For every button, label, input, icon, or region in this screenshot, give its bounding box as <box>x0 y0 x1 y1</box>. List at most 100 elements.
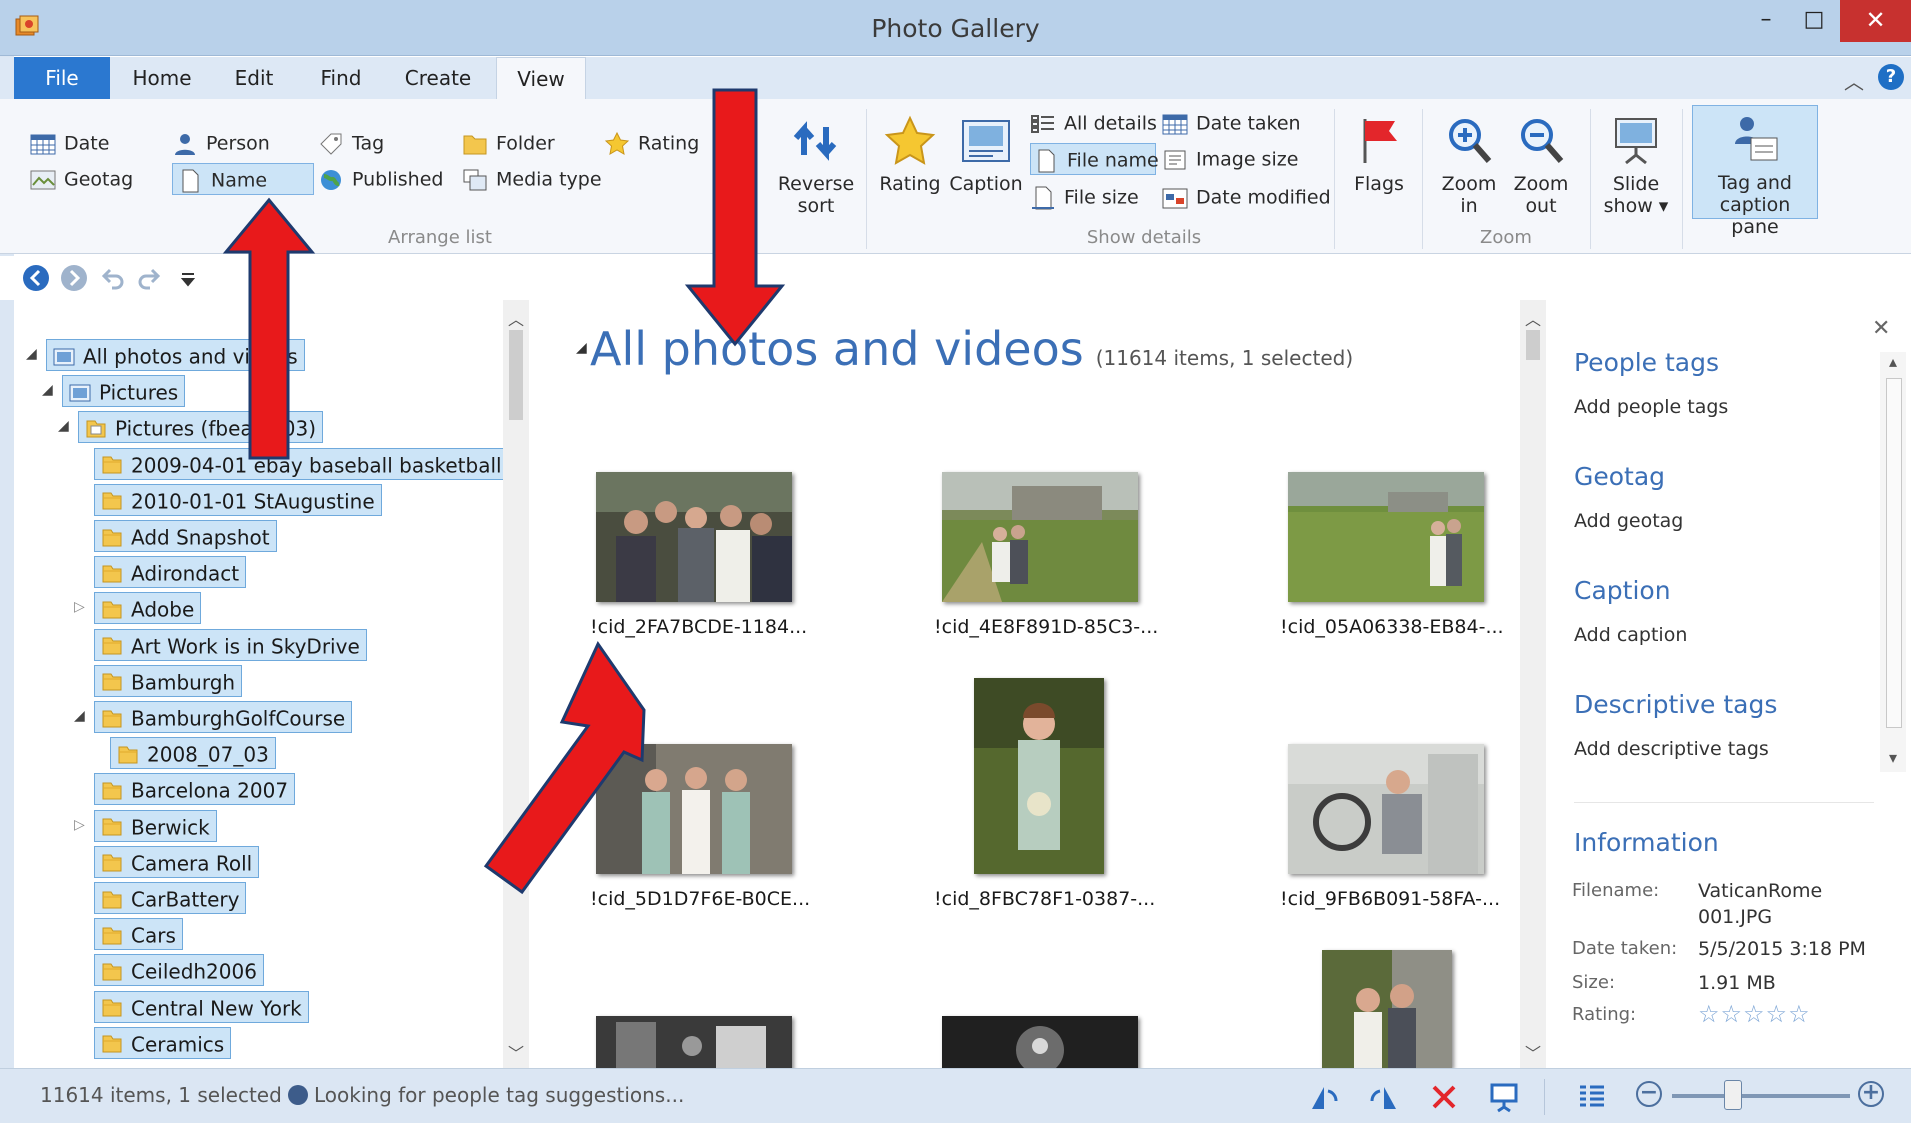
show-file-name-button[interactable]: File name <box>1030 143 1159 175</box>
tree-expander-icon[interactable]: ▷ <box>74 817 85 833</box>
tree-expander-icon[interactable]: ▷ <box>74 599 85 615</box>
collapse-ribbon-icon[interactable]: ︿ <box>1844 66 1864 95</box>
arrange-by-media-type-button[interactable]: Media type <box>462 163 602 195</box>
tree-item[interactable]: Ceramics <box>94 1026 232 1059</box>
close-button[interactable]: ✕ <box>1840 0 1911 42</box>
tag-and-caption-pane-button[interactable]: Tag and caption pane <box>1692 105 1818 238</box>
tree-item[interactable]: Ceiledh2006 <box>94 954 264 987</box>
tab-file[interactable]: File <box>14 57 110 99</box>
flags-button[interactable]: Flags <box>1344 115 1414 195</box>
zoom-out-button[interactable]: Zoom out <box>1508 115 1574 217</box>
tree-item-label: CarBattery <box>131 887 240 912</box>
tree-item[interactable]: Camera Roll <box>94 845 260 878</box>
show-date-taken-button[interactable]: Date taken <box>1162 107 1301 139</box>
tab-create[interactable]: Create <box>396 57 480 99</box>
photo-thumbnail[interactable] <box>1322 950 1452 1068</box>
tree-item[interactable]: Pictures <box>62 375 186 408</box>
show-caption-button[interactable]: Caption <box>948 115 1024 195</box>
zoom-out-button[interactable]: − <box>1636 1081 1662 1107</box>
show-file-size-button[interactable]: File size <box>1030 181 1139 213</box>
photo-file-name: !cid_8FBC78F1-0387-... <box>934 888 1156 910</box>
slide-show-icon[interactable] <box>1488 1081 1520 1113</box>
rating-stars[interactable]: ☆☆☆☆☆ <box>1698 1000 1811 1028</box>
help-icon[interactable]: ? <box>1878 64 1904 90</box>
media-type-icon <box>463 169 487 190</box>
arrange-by-folder-button[interactable]: Folder <box>462 127 555 159</box>
info-pane-scrollbar[interactable]: ▴ ▾ <box>1880 352 1906 772</box>
arrange-by-name-button[interactable]: Name <box>172 163 314 195</box>
maximize-button[interactable]: □ <box>1786 0 1842 42</box>
photo-thumbnail[interactable] <box>1288 744 1484 874</box>
tab-edit[interactable]: Edit <box>222 57 286 99</box>
photo-thumbnail[interactable] <box>596 472 792 602</box>
arrange-by-geotag-button[interactable]: Geotag <box>30 163 133 195</box>
add-geotag-link[interactable]: Add geotag <box>1574 510 1683 532</box>
photo-thumbnail[interactable] <box>596 1016 792 1068</box>
tree-expander-icon[interactable]: ◢ <box>74 708 85 724</box>
tree-item[interactable]: Bamburgh <box>94 664 243 697</box>
date-taken-value: 5/5/2015 3:18 PM <box>1698 938 1866 960</box>
folder-icon <box>102 492 122 510</box>
tab-find[interactable]: Find <box>306 57 376 99</box>
photo-thumbnail[interactable] <box>942 1016 1138 1068</box>
scroll-up-arrow-icon[interactable]: ︿ <box>503 306 529 330</box>
undo-icon[interactable] <box>98 264 126 292</box>
tree-item[interactable]: BamburghGolfCourse <box>94 701 353 733</box>
zoom-in-button[interactable]: Zoom in <box>1436 115 1502 217</box>
rotate-left-icon[interactable] <box>1308 1081 1340 1113</box>
zoom-in-button[interactable]: + <box>1858 1081 1884 1107</box>
customize-toolbar-icon[interactable] <box>174 264 202 292</box>
slide-show-button[interactable]: Slide show ▾ <box>1598 115 1674 217</box>
delete-icon[interactable] <box>1428 1081 1460 1113</box>
forward-arrow-icon[interactable] <box>60 264 88 292</box>
scrollbar-thumb[interactable] <box>1886 378 1902 728</box>
photo-thumbnail[interactable] <box>1288 472 1484 602</box>
tree-item[interactable]: Central New York <box>94 990 309 1023</box>
rotate-right-icon[interactable] <box>1368 1081 1400 1113</box>
tree-expander-icon[interactable]: ◢ <box>26 346 37 362</box>
show-image-size-button[interactable]: Image size <box>1162 143 1298 175</box>
add-caption-link[interactable]: Add caption <box>1574 624 1687 646</box>
tree-item[interactable]: Cars <box>94 918 183 951</box>
collapse-group-triangle-icon[interactable]: ◢ <box>576 340 587 356</box>
tab-view[interactable]: View <box>496 57 586 99</box>
close-pane-icon[interactable]: ✕ <box>1872 316 1890 341</box>
zoom-slider-track[interactable] <box>1672 1094 1850 1098</box>
tree-item[interactable]: Barcelona 2007 <box>94 773 296 806</box>
back-arrow-icon[interactable] <box>22 264 50 292</box>
scroll-up-arrow-icon[interactable]: ︿ <box>1520 306 1546 330</box>
tree-item[interactable]: Adobe <box>94 592 202 625</box>
scrollbar-thumb[interactable] <box>509 330 523 420</box>
arrange-by-tag-button[interactable]: Tag <box>318 127 384 159</box>
arrange-by-person-button[interactable]: Person <box>172 127 270 159</box>
tree-item[interactable]: 2008_07_03 <box>110 737 276 770</box>
tree-item[interactable]: Add Snapshot <box>94 520 277 552</box>
scroll-down-arrow-icon[interactable]: ﹀ <box>503 1040 529 1064</box>
scrollbar-thumb[interactable] <box>1526 330 1540 360</box>
add-people-tags-link[interactable]: Add people tags <box>1574 396 1728 418</box>
arrange-by-date-button[interactable]: Date <box>30 127 109 159</box>
reverse-sort-button[interactable]: Reverse sort <box>774 115 858 217</box>
tree-item[interactable]: Art Work is in SkyDrive <box>94 628 367 661</box>
tree-item[interactable]: 2010-01-01 StAugustine <box>94 483 382 516</box>
scroll-down-arrow-icon[interactable]: ▾ <box>1880 748 1906 767</box>
show-date-modified-button[interactable]: Date modified <box>1162 181 1331 213</box>
tree-expander-icon[interactable]: ◢ <box>42 382 53 398</box>
show-rating-button[interactable]: Rating <box>876 115 944 195</box>
zoom-slider-thumb[interactable] <box>1724 1080 1742 1110</box>
tab-home[interactable]: Home <box>122 57 202 99</box>
photo-thumbnail[interactable] <box>974 678 1104 874</box>
add-descriptive-tags-link[interactable]: Add descriptive tags <box>1574 738 1769 760</box>
arrange-by-published-button[interactable]: Published <box>318 163 443 195</box>
scroll-down-arrow-icon[interactable]: ﹀ <box>1520 1040 1546 1064</box>
tree-item[interactable]: Berwick <box>94 809 217 842</box>
tree-item[interactable]: CarBattery <box>94 882 247 914</box>
tree-item[interactable]: Adirondact <box>94 556 247 589</box>
photo-thumbnail[interactable] <box>942 472 1138 602</box>
redo-icon[interactable] <box>136 264 164 292</box>
details-view-icon[interactable] <box>1576 1081 1608 1113</box>
show-all-details-button[interactable]: All details <box>1030 107 1157 139</box>
tree-expander-icon[interactable]: ◢ <box>58 418 69 434</box>
gallery-scrollbar[interactable]: ︿ ﹀ <box>1520 300 1546 1068</box>
scroll-up-arrow-icon[interactable]: ▴ <box>1880 352 1906 371</box>
